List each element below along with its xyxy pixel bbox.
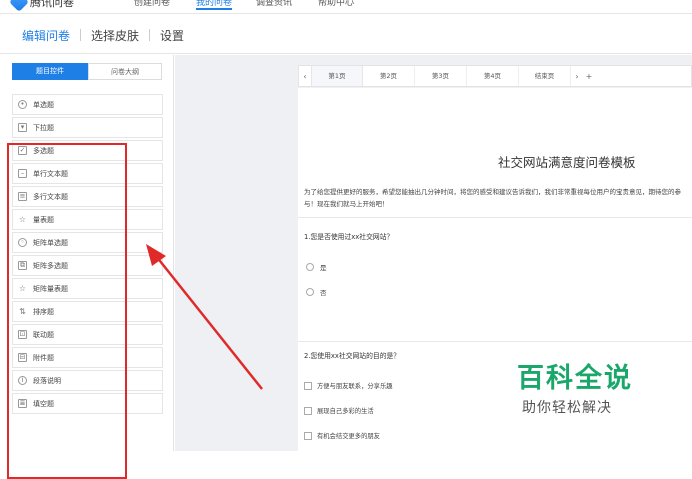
radio-circle-icon [306,288,314,296]
question-type-label: 量表题 [33,215,54,224]
logo[interactable]: 腾讯问卷 [9,0,74,12]
matrix-checkbox-icon: ⧉ [18,261,27,270]
option-label: 方便与朋友联系，分享乐趣 [317,383,393,390]
question-type-linkage[interactable]: ⊡ 联动题 [12,324,163,345]
single-line-text-icon: – [18,169,27,178]
divider [80,29,81,41]
question-type-list: • 单选题 ▾ 下拉题 ✓ 多选题 – 单行文本题 ≡ 多行文本题 ☆ 量表题 … [12,94,163,416]
option-label: 否 [320,289,327,297]
logo-mark-icon [9,0,29,12]
option-label: 是 [320,264,327,272]
tab-page-3[interactable]: 第3页 [415,66,467,86]
nav-help-center[interactable]: 帮助中心 [318,0,354,8]
nav-my-surveys[interactable]: 我的问卷 [196,0,233,10]
question-type-single-choice[interactable]: • 单选题 [12,94,163,115]
watermark-logo: 百科全说 [517,363,633,394]
question-1-option[interactable]: 否 [306,287,327,297]
question-type-label: 矩阵单选题 [33,238,68,247]
question-type-sort[interactable]: ⇅ 排序题 [12,301,163,322]
prev-page-arrow-icon[interactable]: ‹ [299,72,311,81]
question-2-option[interactable]: 方便与朋友联系，分享乐趣 [304,381,393,390]
question-type-label: 单行文本题 [33,169,68,178]
tab-page-1[interactable]: 第1页 [311,66,363,86]
info-icon: i [18,376,27,385]
tab-choose-skin[interactable]: 选择皮肤 [91,27,139,44]
question-type-label: 下拉题 [33,123,54,132]
multi-line-text-icon: ≡ [18,192,27,201]
logo-text: 腾讯问卷 [30,0,74,9]
checkbox-icon [304,431,312,440]
tab-question-controls[interactable]: 题目控件 [12,63,88,80]
survey-title[interactable]: 社交网站满意度问卷模板 [498,152,636,171]
question-type-matrix-single-choice[interactable]: ◦ 矩阵单选题 [12,232,163,253]
sort-icon: ⇅ [19,307,26,316]
tab-settings[interactable]: 设置 [160,27,184,44]
sub-nav: 编辑问卷 选择皮肤 设置 [0,14,692,54]
question-type-label: 多选题 [33,146,54,155]
linkage-icon: ⊡ [18,330,27,339]
question-type-matrix-scale[interactable]: ☆ 矩阵量表题 [12,278,163,299]
checkbox-icon: ✓ [18,146,27,155]
question-type-matrix-multiple-choice[interactable]: ⧉ 矩阵多选题 [12,255,163,276]
divider [298,217,692,218]
question-type-label: 排序题 [33,307,54,316]
watermark-tagline: 助你轻松解决 [522,400,612,416]
fill-blank-icon: ≣ [18,399,27,408]
divider [298,341,692,342]
question-type-dropdown[interactable]: ▾ 下拉题 [12,117,163,138]
option-label: 展现自己多彩的生活 [317,408,374,415]
question-controls-panel: 题目控件 问卷大纲 • 单选题 ▾ 下拉题 ✓ 多选题 – 单行文本题 ≡ 多行… [0,55,174,479]
radio-circle-icon [306,263,314,271]
question-type-multi-line-text[interactable]: ≡ 多行文本题 [12,186,163,207]
tab-survey-outline[interactable]: 问卷大纲 [88,63,162,80]
divider [149,29,150,41]
add-page-icon[interactable]: + [583,72,595,81]
star-icon: ☆ [18,215,27,224]
question-type-label: 矩阵量表题 [33,284,68,293]
question-type-fill-blank[interactable]: ≣ 填空题 [12,393,163,414]
option-label: 有机会结交更多的朋友 [317,433,380,440]
checkbox-icon [304,381,312,390]
page-tabs: ‹ 第1页 第2页 第3页 第4页 结束页 › + [298,65,692,87]
dropdown-icon: ▾ [18,123,27,132]
question-1-title[interactable]: 1.您是否使用过xx社交网站？ [304,231,393,241]
tab-page-4[interactable]: 第4页 [467,66,519,86]
checkbox-icon [304,406,312,415]
question-type-label: 附件题 [33,353,54,362]
question-type-label: 多行文本题 [33,192,68,201]
question-type-scale[interactable]: ☆ 量表题 [12,209,163,230]
question-2-option[interactable]: 有机会结交更多的朋友 [304,431,380,440]
question-type-label: 联动题 [33,330,54,339]
radio-icon: • [18,100,27,109]
question-type-label: 段落说明 [33,376,61,385]
question-1-option[interactable]: 是 [306,262,327,272]
survey-page: 社交网站满意度问卷模板 为了给您提供更好的服务，希望您能抽出几分钟时间，将您的感… [298,88,692,451]
question-type-label: 填空题 [33,399,54,408]
attachment-icon: ⊟ [18,353,27,362]
tab-end-page[interactable]: 结束页 [519,66,571,86]
nav-create-survey[interactable]: 创建问卷 [134,0,170,8]
survey-intro[interactable]: 为了给您提供更好的服务，希望您能抽出几分钟时间，将您的感受和建议告诉我们，我们非… [304,186,692,210]
question-type-attachment[interactable]: ⊟ 附件题 [12,347,163,368]
question-2-option[interactable]: 展现自己多彩的生活 [304,406,374,415]
nav-survey-news[interactable]: 调查资讯 [256,0,292,8]
question-type-paragraph[interactable]: i 段落说明 [12,370,163,391]
question-type-single-line-text[interactable]: – 单行文本题 [12,163,163,184]
question-2-title[interactable]: 2.您使用xx社交网站的目的是？ [304,350,400,360]
matrix-radio-icon: ◦ [18,238,27,247]
matrix-star-icon: ☆ [18,284,27,293]
question-type-multiple-choice[interactable]: ✓ 多选题 [12,140,163,161]
top-nav: 腾讯问卷 创建问卷 我的问卷 调查资讯 帮助中心 [0,0,692,14]
question-type-label: 单选题 [33,100,54,109]
tab-edit-survey[interactable]: 编辑问卷 [22,27,70,44]
tab-page-2[interactable]: 第2页 [363,66,415,86]
next-page-arrow-icon[interactable]: › [571,72,583,81]
question-type-label: 矩阵多选题 [33,261,68,270]
